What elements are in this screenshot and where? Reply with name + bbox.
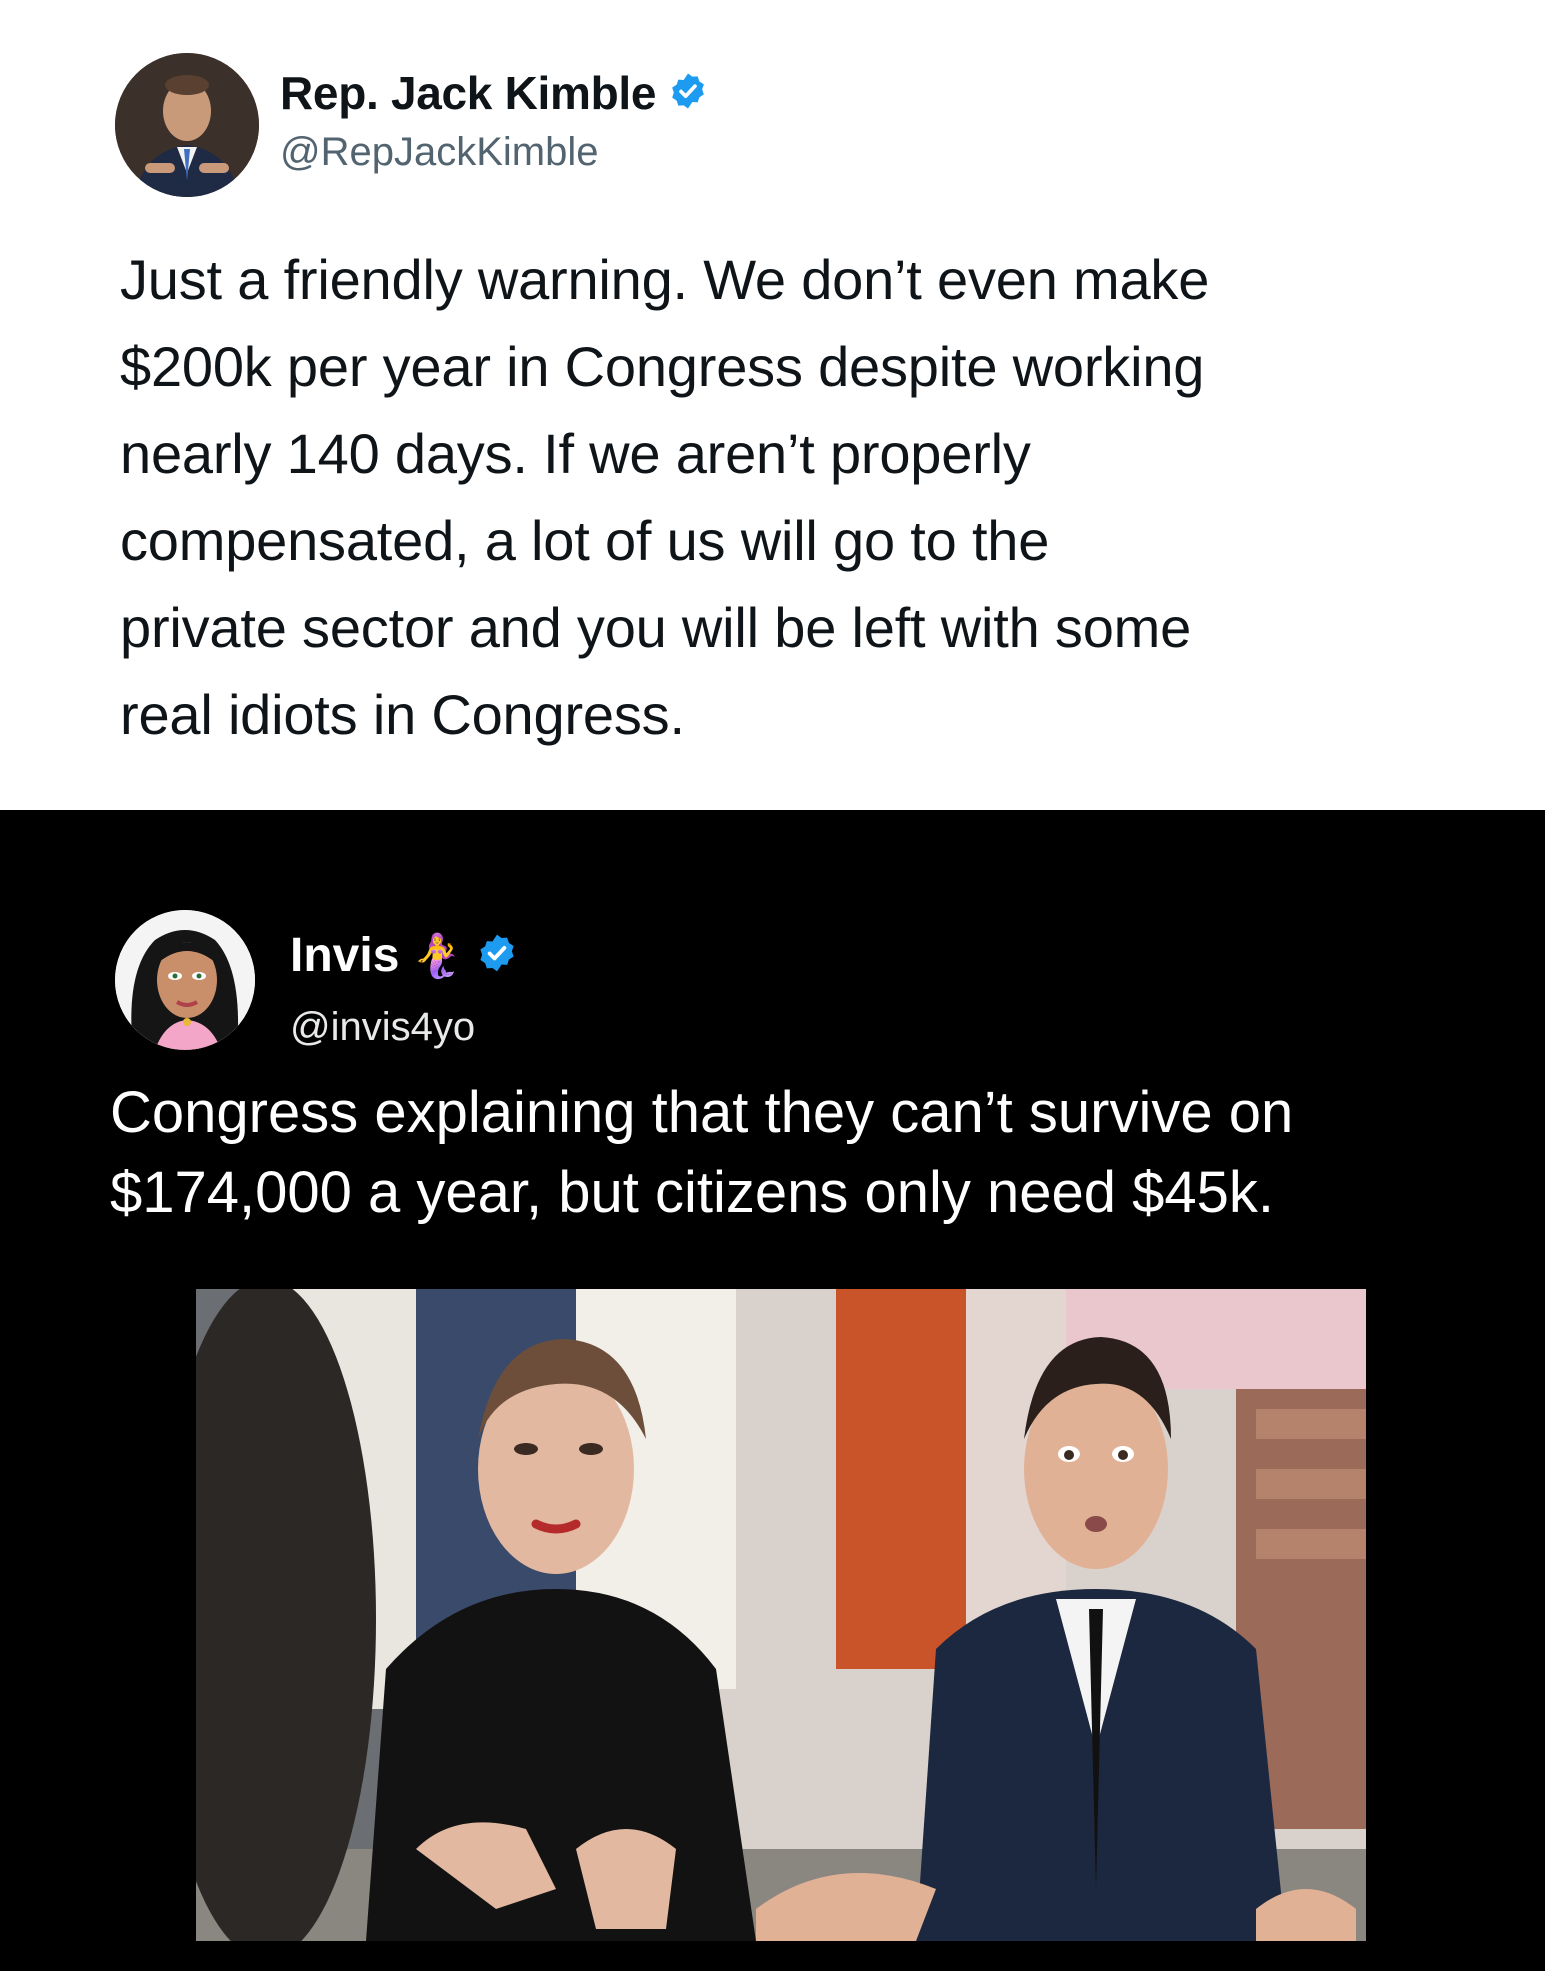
avatar-kimble[interactable]: [115, 53, 259, 197]
verified-badge-icon: [668, 71, 708, 116]
display-name[interactable]: Invis: [290, 928, 399, 983]
mermaid-emoji: 🧜‍♀️: [411, 930, 464, 980]
tweet-text: Just a friendly warning. We don’t even m…: [120, 248, 1210, 746]
avatar-invis[interactable]: [115, 910, 255, 1050]
name-row: Rep. Jack Kimble: [280, 66, 708, 120]
display-name[interactable]: Rep. Jack Kimble: [280, 66, 656, 120]
tweet-media-image[interactable]: [196, 1289, 1366, 1941]
tweet-card-kimble: Rep. Jack Kimble @RepJackKimble Just a f…: [0, 0, 1545, 810]
tweet-card-invis: Invis 🧜‍♀️ @invis4yo Congress explaining…: [0, 810, 1545, 1971]
handle[interactable]: @invis4yo: [290, 1005, 475, 1050]
tweet-text: Congress explaining that they can’t surv…: [110, 1080, 1294, 1225]
verified-badge-icon: [476, 932, 518, 979]
name-row: Invis 🧜‍♀️: [290, 928, 518, 983]
handle[interactable]: @RepJackKimble: [280, 130, 599, 175]
